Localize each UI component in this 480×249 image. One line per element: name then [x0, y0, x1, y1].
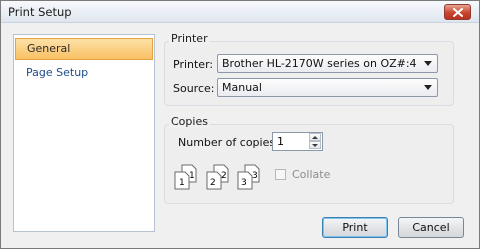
arrow-up-icon [312, 135, 318, 139]
collate-front-number: 1 [179, 178, 185, 188]
close-icon [452, 7, 463, 17]
copies-group-title: Copies [169, 115, 210, 128]
cancel-button[interactable]: Cancel [398, 217, 464, 238]
arrow-down-icon [312, 143, 318, 147]
sidebar: General Page Setup [13, 34, 155, 232]
sidebar-item-label: General [27, 42, 71, 55]
collate-front-number: 3 [241, 178, 247, 188]
collate-back-number: 3 [252, 171, 258, 181]
close-button[interactable] [444, 4, 471, 20]
decrement-button[interactable] [309, 141, 321, 149]
printer-select[interactable]: Brother HL-2170W series on OZ#:4 [217, 54, 438, 73]
print-button[interactable]: Print [322, 217, 388, 238]
collate-page-1-icon: 1 1 [174, 164, 197, 190]
collate-back-number: 1 [189, 171, 195, 181]
sidebar-item-general[interactable]: General [15, 38, 153, 60]
copies-value: 1 [277, 135, 284, 148]
sidebar-item-label: Page Setup [26, 66, 89, 79]
title-bar: Print Setup [1, 1, 479, 23]
source-select[interactable]: Manual [217, 78, 438, 97]
copies-stepper[interactable]: 1 [272, 132, 323, 151]
print-setup-dialog: Print Setup General Page Setup Printer P… [0, 0, 480, 249]
increment-button[interactable] [309, 133, 321, 141]
collate-page-2-icon: 2 2 [206, 164, 229, 190]
chevron-down-icon [424, 85, 432, 90]
collate-page-3-icon: 3 3 [237, 164, 260, 190]
source-select-value: Manual [222, 81, 262, 94]
collate-checkbox[interactable] [275, 169, 286, 180]
number-of-copies-label: Number of copies: [178, 136, 279, 149]
sidebar-item-page-setup[interactable]: Page Setup [15, 63, 153, 85]
collate-label: Collate [292, 168, 331, 181]
chevron-down-icon [424, 61, 432, 66]
collate-back-number: 2 [221, 171, 227, 181]
source-label: Source: [173, 82, 215, 95]
window-title: Print Setup [8, 5, 72, 19]
printer-group-title: Printer [169, 32, 210, 45]
printer-label: Printer: [173, 58, 214, 71]
printer-select-value: Brother HL-2170W series on OZ#:4 [222, 57, 417, 70]
collate-front-number: 2 [210, 178, 216, 188]
